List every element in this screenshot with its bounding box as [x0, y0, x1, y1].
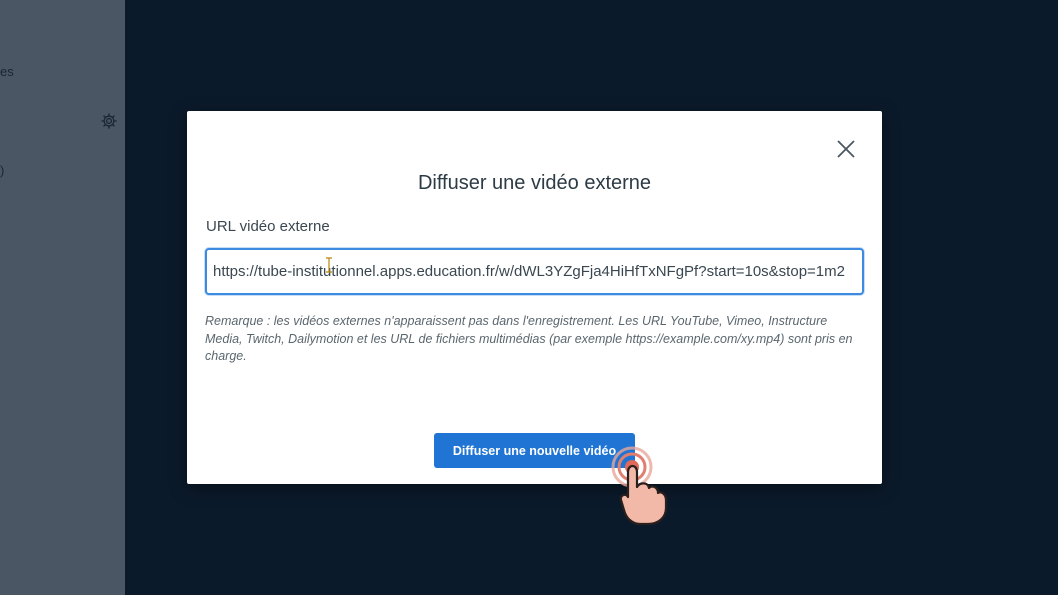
- gear-icon[interactable]: [100, 112, 118, 130]
- sidebar: es ): [0, 0, 125, 595]
- sidebar-item-label[interactable]: ): [0, 163, 4, 178]
- hand-tap-icon: [611, 446, 668, 526]
- sidebar-item-label[interactable]: es: [0, 64, 14, 79]
- text-cursor-icon: [326, 257, 332, 273]
- app-window: es ) Diffuser une vidéo externe URL vidé…: [0, 0, 1058, 595]
- external-url-input[interactable]: [205, 248, 864, 295]
- close-icon[interactable]: [835, 138, 857, 160]
- url-field-label: URL vidéo externe: [206, 218, 330, 235]
- dialog-title: Diffuser une vidéo externe: [417, 172, 652, 194]
- help-note: Remarque : les vidéos externes n'apparai…: [205, 314, 853, 363]
- external-video-dialog: Diffuser une vidéo externe URL vidéo ext…: [187, 111, 882, 484]
- stream-new-video-button[interactable]: Diffuser une nouvelle vidéo: [434, 433, 635, 468]
